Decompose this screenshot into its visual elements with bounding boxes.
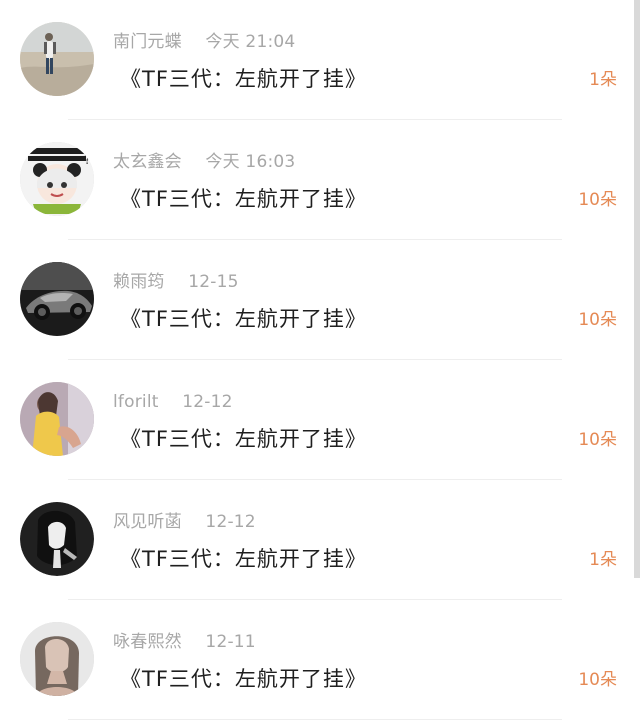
cartoon-child-avatar-icon[interactable]: ? (20, 142, 94, 216)
comment-row[interactable]: 南门元蝶 今天 21:04 《TF三代：左航开了挂》 1朵 (0, 0, 634, 120)
username[interactable]: 太玄鑫会 (113, 152, 182, 172)
username[interactable]: lforilt (113, 392, 159, 412)
flower-count[interactable]: 10朵 (578, 666, 617, 694)
woman-portrait-avatar-icon[interactable] (20, 622, 94, 696)
comment-meta: 咏春熙然 12-11 (113, 630, 256, 654)
comment-time: 12-12 (182, 392, 233, 412)
username[interactable]: 赖雨筠 (113, 272, 165, 292)
comment-meta: 赖雨筠 12-15 (113, 270, 239, 294)
comment-content[interactable]: 《TF三代：左航开了挂》 (120, 64, 367, 94)
comment-row[interactable]: 赖雨筠 12-15 《TF三代：左航开了挂》 10朵 (0, 240, 634, 360)
comment-time: 今天 16:03 (205, 152, 296, 172)
comment-meta: lforilt 12-12 (113, 390, 233, 414)
comment-content[interactable]: 《TF三代：左航开了挂》 (120, 304, 367, 334)
person-standing-avatar-icon[interactable] (20, 22, 94, 96)
comment-content[interactable]: 《TF三代：左航开了挂》 (120, 664, 367, 694)
comment-content[interactable]: 《TF三代：左航开了挂》 (120, 424, 367, 454)
flower-count[interactable]: 10朵 (578, 306, 617, 334)
comment-time: 12-11 (205, 632, 256, 652)
comment-meta: 南门元蝶 今天 21:04 (113, 30, 295, 54)
comment-time: 12-15 (188, 272, 239, 292)
username[interactable]: 南门元蝶 (113, 32, 182, 52)
comment-row[interactable]: lforilt 12-12 《TF三代：左航开了挂》 10朵 (0, 360, 634, 480)
comment-content[interactable]: 《TF三代：左航开了挂》 (120, 184, 367, 214)
sports-car-avatar-icon[interactable] (20, 262, 94, 336)
dark-portrait-avatar-icon[interactable] (20, 502, 94, 576)
comment-row[interactable]: 风见听菡 12-12 《TF三代：左航开了挂》 1朵 (0, 480, 634, 600)
comment-meta: 太玄鑫会 今天 16:03 (113, 150, 295, 174)
comment-row[interactable]: ? 太玄鑫会 今天 16:03 《TF三代：左航开了挂》 10朵 (0, 120, 634, 240)
username[interactable]: 风见听菡 (113, 512, 182, 532)
flower-count[interactable]: 10朵 (578, 186, 617, 214)
comment-row[interactable]: 咏春熙然 12-11 《TF三代：左航开了挂》 10朵 (0, 600, 634, 720)
flower-count[interactable]: 1朵 (589, 546, 617, 574)
flower-count[interactable]: 1朵 (589, 66, 617, 94)
username[interactable]: 咏春熙然 (113, 632, 182, 652)
comment-content[interactable]: 《TF三代：左航开了挂》 (120, 544, 367, 574)
flower-count[interactable]: 10朵 (578, 426, 617, 454)
comment-list: 南门元蝶 今天 21:04 《TF三代：左航开了挂》 1朵 ? 太玄鑫会 今天 … (0, 0, 640, 726)
svg-text:?: ? (84, 153, 91, 168)
comment-meta: 风见听菡 12-12 (113, 510, 256, 534)
comment-time: 今天 21:04 (205, 32, 296, 52)
girl-portrait-avatar-icon[interactable] (20, 382, 94, 456)
scrollbar[interactable] (634, 0, 640, 578)
comment-time: 12-12 (205, 512, 256, 532)
